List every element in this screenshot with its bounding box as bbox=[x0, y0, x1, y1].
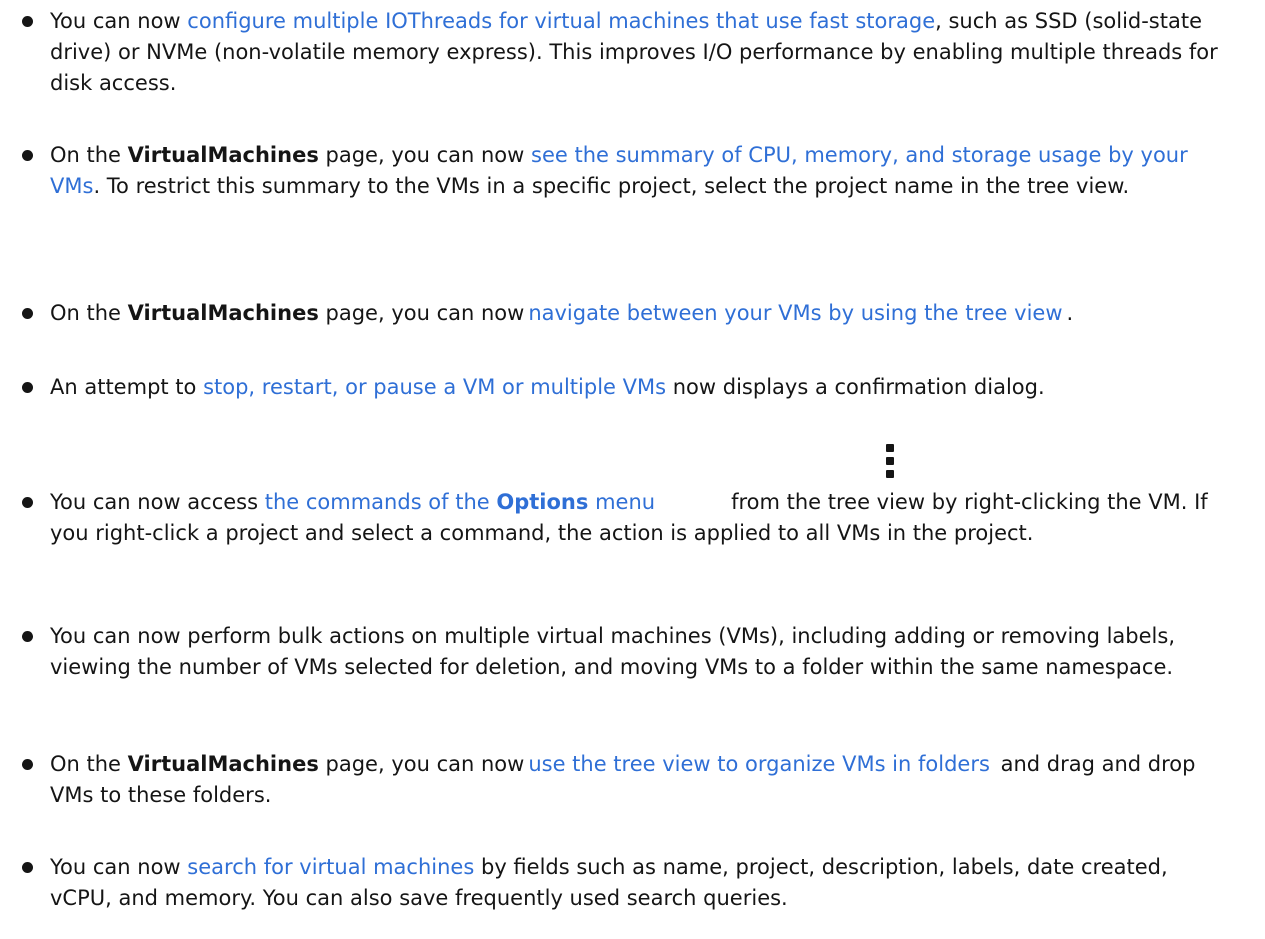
bullet-icon bbox=[22, 497, 33, 508]
link-organize-folders[interactable]: use the tree view to organize VMs in fol… bbox=[528, 752, 990, 776]
bold-page-name: VirtualMachines bbox=[127, 143, 319, 167]
text-segment: On the bbox=[50, 301, 121, 325]
options-menu-label: Options bbox=[496, 490, 589, 514]
link-search-vms[interactable]: search for virtual machines bbox=[187, 855, 474, 879]
bullet-icon bbox=[22, 308, 33, 319]
link-configure-iothreads[interactable]: configure multiple IOThreads for virtual… bbox=[187, 9, 935, 33]
list-item: On the VirtualMachines page, you can now… bbox=[22, 298, 1222, 329]
list-item: You can now access the commands of the O… bbox=[22, 487, 1222, 549]
link-stop-restart-pause[interactable]: stop, restart, or pause a VM or multiple… bbox=[203, 375, 666, 399]
list-item: An attempt to stop, restart, or pause a … bbox=[22, 372, 1222, 403]
text-segment: An attempt to bbox=[50, 375, 197, 399]
list-item-text: An attempt to stop, restart, or pause a … bbox=[50, 372, 1222, 403]
release-notes-list: You can now configure multiple IOThreads… bbox=[0, 0, 1265, 939]
link-options-menu-commands[interactable]: the commands of the Options menu bbox=[265, 490, 655, 514]
list-item-text: You can now search for virtual machines … bbox=[50, 852, 1222, 914]
text-segment: now displays a confirmation dialog. bbox=[672, 375, 1045, 399]
list-item-text: You can now access the commands of the O… bbox=[50, 487, 1222, 549]
link-text-segment: the commands of the bbox=[264, 490, 490, 514]
bullet-icon bbox=[22, 16, 33, 27]
link-navigate-tree-view[interactable]: navigate between your VMs by using the t… bbox=[528, 301, 1062, 325]
list-item: You can now configure multiple IOThreads… bbox=[22, 6, 1222, 99]
bullet-icon bbox=[22, 382, 33, 393]
text-segment: You can now access bbox=[50, 490, 259, 514]
text-segment: . To restrict this summary to the VMs in… bbox=[93, 174, 1130, 198]
bullet-icon bbox=[22, 150, 33, 161]
text-segment: page, you can now bbox=[325, 752, 525, 776]
list-item: On the VirtualMachines page, you can now… bbox=[22, 140, 1222, 202]
text-segment: You can now bbox=[50, 855, 181, 879]
text-segment: You can now bbox=[50, 9, 181, 33]
list-item: On the VirtualMachines page, you can now… bbox=[22, 749, 1222, 811]
list-item-text: On the VirtualMachines page, you can now… bbox=[50, 749, 1222, 811]
list-item-text: You can now perform bulk actions on mult… bbox=[50, 621, 1222, 683]
text-segment: page, you can now bbox=[325, 143, 525, 167]
list-item: You can now search for virtual machines … bbox=[22, 852, 1222, 914]
list-item-text: You can now configure multiple IOThreads… bbox=[50, 6, 1222, 99]
link-text-segment: menu bbox=[595, 490, 656, 514]
list-item: You can now perform bulk actions on mult… bbox=[22, 621, 1222, 683]
list-item-text: On the VirtualMachines page, you can now… bbox=[50, 298, 1222, 329]
text-segment: . bbox=[1066, 301, 1074, 325]
text-segment: On the bbox=[50, 752, 121, 776]
bullet-icon bbox=[22, 862, 33, 873]
text-segment: On the bbox=[50, 143, 121, 167]
bullet-icon bbox=[22, 631, 33, 642]
text-segment: You can now perform bulk actions on mult… bbox=[50, 624, 1175, 679]
bold-page-name: VirtualMachines bbox=[127, 301, 319, 325]
bold-page-name: VirtualMachines bbox=[127, 752, 319, 776]
list-item-text: On the VirtualMachines page, you can now… bbox=[50, 140, 1222, 202]
kebab-menu-icon bbox=[885, 444, 895, 486]
text-segment: page, you can now bbox=[325, 301, 525, 325]
bullet-icon bbox=[22, 759, 33, 770]
